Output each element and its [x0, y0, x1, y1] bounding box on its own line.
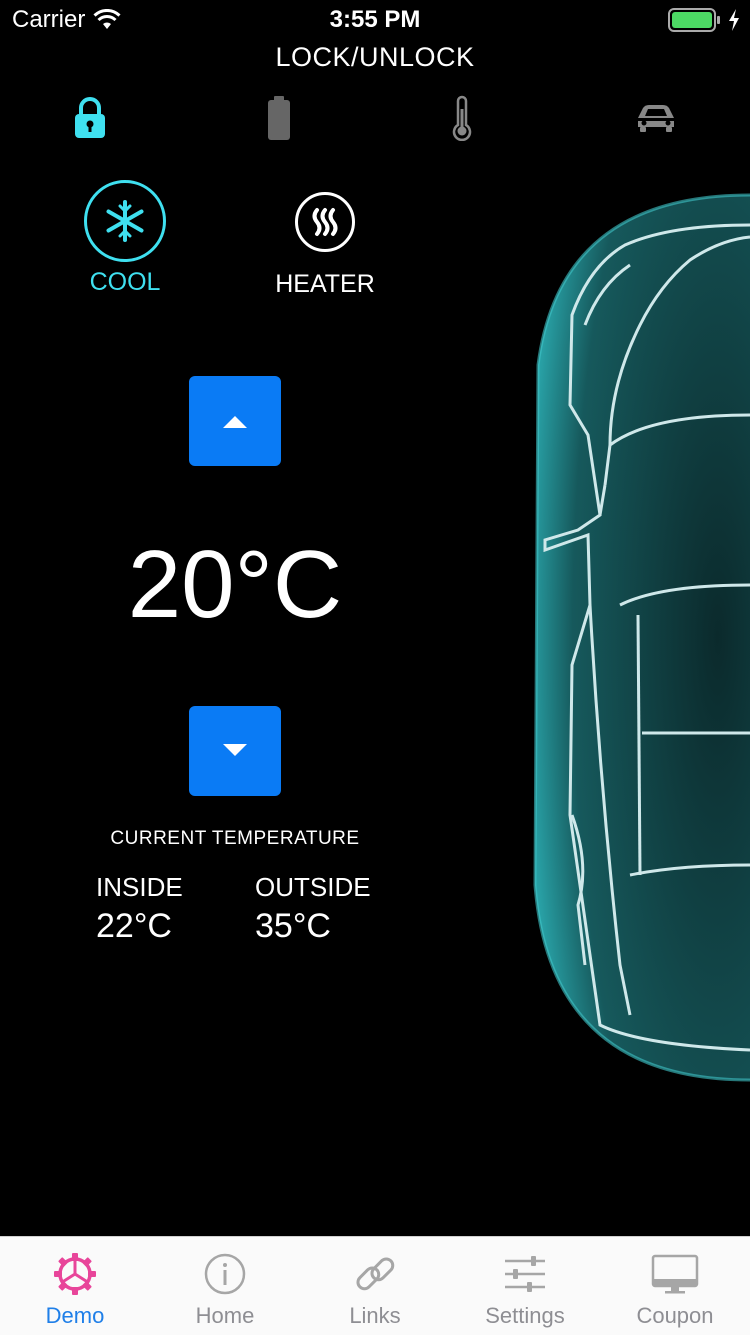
tab-label: Home: [195, 1303, 255, 1328]
battery-status-icon: [668, 8, 720, 32]
outside-reading: OUTSIDE 35°C: [255, 872, 371, 946]
chevron-up-icon: [223, 416, 247, 428]
status-time: 3:55 PM: [329, 6, 421, 33]
tab-demo[interactable]: Demo: [0, 1237, 150, 1335]
chevron-down-icon: [223, 744, 247, 756]
link-icon: [350, 1249, 400, 1299]
set-temperature: 20°C: [127, 531, 343, 638]
tab-settings[interactable]: Settings: [450, 1237, 600, 1335]
thermometer-icon[interactable]: [432, 92, 492, 144]
tab-label: Links: [349, 1303, 401, 1328]
tab-label: Coupon: [636, 1303, 714, 1328]
sliders-icon: [500, 1249, 550, 1299]
tab-home[interactable]: Home: [150, 1237, 300, 1335]
outside-label: OUTSIDE: [255, 872, 371, 902]
decrease-temperature-button[interactable]: [189, 706, 281, 796]
status-battery: [668, 8, 740, 32]
car-illustration: [533, 193, 750, 1082]
tab-label: Demo: [45, 1303, 105, 1328]
monitor-icon: [650, 1249, 700, 1299]
heater-icon: [295, 192, 355, 252]
inside-label: INSIDE: [96, 872, 183, 902]
cool-mode-button[interactable]: COOL: [40, 180, 210, 297]
tab-links[interactable]: Links: [300, 1237, 450, 1335]
tab-label: Settings: [485, 1303, 565, 1328]
snowflake-icon: [84, 180, 166, 262]
cool-label: COOL: [89, 268, 161, 296]
gear-icon: [50, 1249, 100, 1299]
tab-coupon[interactable]: Coupon: [600, 1237, 750, 1335]
increase-temperature-button[interactable]: [189, 376, 281, 466]
charging-bolt-icon: [729, 9, 739, 31]
page-title: LOCK/UNLOCK: [275, 42, 475, 72]
inside-value: 22°C: [96, 907, 172, 945]
tab-bar: Demo Home Links Settings Coupon: [0, 1236, 750, 1335]
current-temperature-title: CURRENT TEMPERATURE: [110, 828, 360, 849]
battery-icon[interactable]: [249, 92, 309, 144]
inside-reading: INSIDE 22°C: [96, 872, 183, 946]
outside-value: 35°C: [255, 907, 331, 945]
info-icon: [200, 1249, 250, 1299]
heater-label: HEATER: [275, 270, 375, 298]
lock-icon[interactable]: [60, 92, 120, 144]
heater-mode-button[interactable]: HEATER: [240, 180, 410, 299]
car-icon[interactable]: [626, 92, 686, 144]
